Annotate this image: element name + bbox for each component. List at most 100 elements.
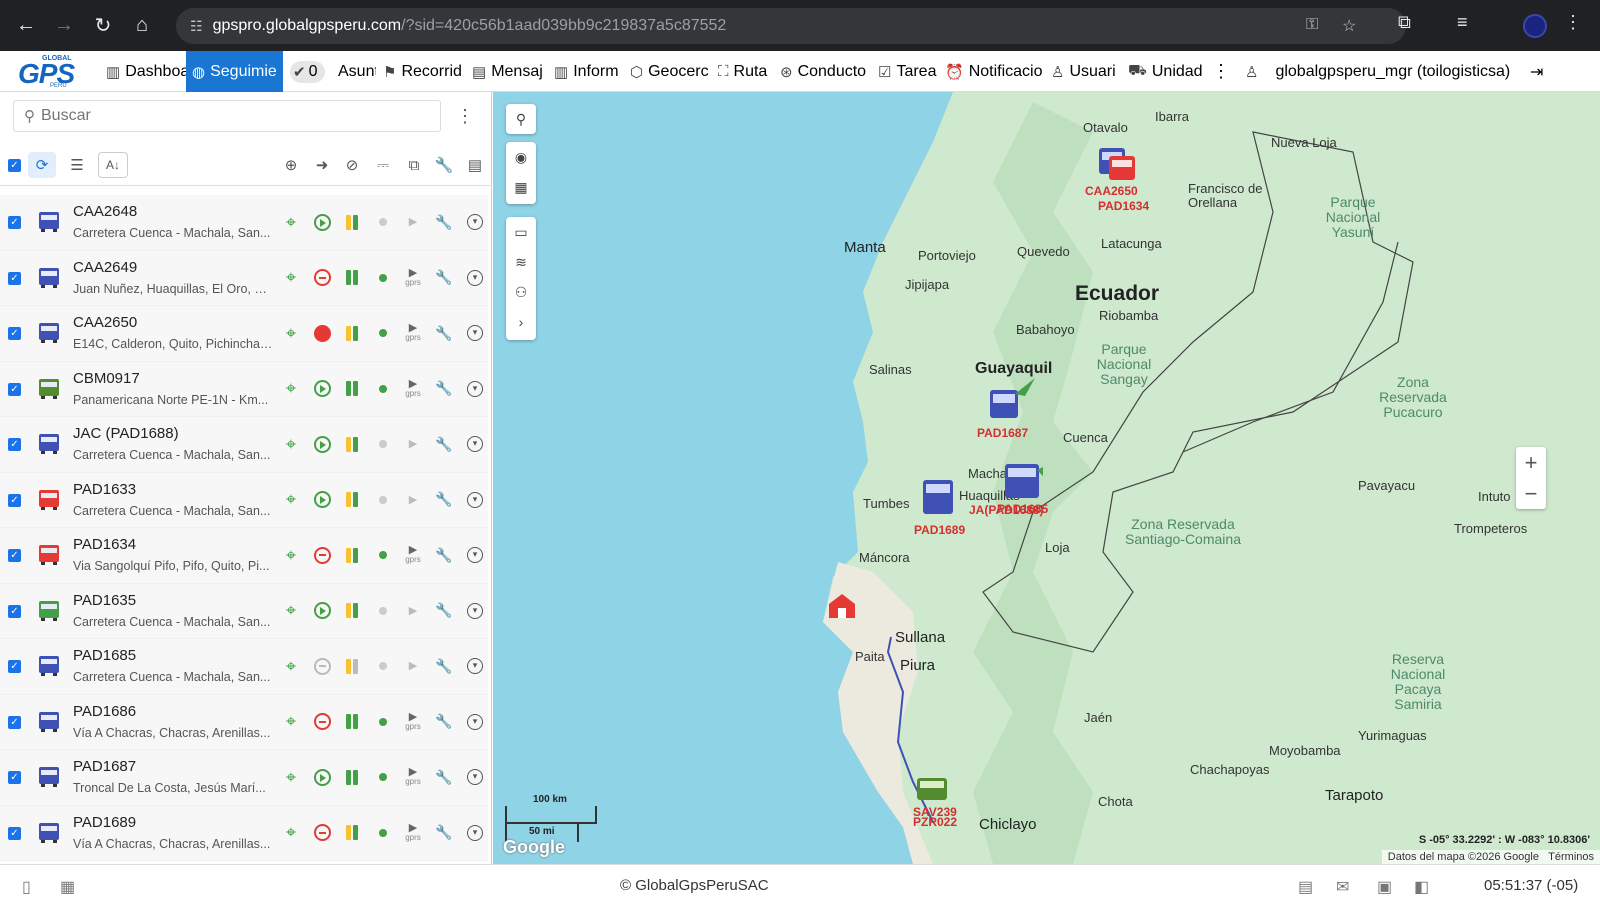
wrench-icon[interactable]: 🔧 (434, 379, 454, 399)
menu-events-badge[interactable]: ✔ 0 (290, 51, 335, 92)
menu-conductores[interactable]: ⊛ Conducto (780, 51, 872, 92)
unit-name[interactable]: PAD1633 (73, 481, 136, 498)
menu-asuntos[interactable]: Asunt (338, 51, 376, 92)
unit-row[interactable]: ✓ CAA2648 Carretera Cuenca - Machala, San.… (0, 195, 488, 251)
wrench-icon[interactable]: 🔧 (434, 545, 454, 565)
star-icon[interactable]: ☆ (1342, 16, 1356, 36)
unit-checkbox[interactable]: ✓ (8, 549, 21, 562)
play-icon[interactable]: ▶ gprs (403, 711, 423, 732)
vehicle-marker[interactable] (1097, 144, 1137, 184)
unit-name[interactable]: PAD1685 (73, 647, 136, 664)
unit-name[interactable]: PAD1687 (73, 758, 136, 775)
grid-icon[interactable]: ▦ (60, 877, 75, 897)
unit-row[interactable]: ✓ JAC (PAD1688) Carretera Cuenca - Machala… (0, 417, 488, 473)
locate-icon[interactable]: ⌖ (281, 489, 301, 510)
locate-icon[interactable]: ⌖ (281, 323, 301, 343)
wrench-icon[interactable]: 🔧 (434, 712, 454, 732)
locate-all-icon[interactable]: ⊕ (277, 152, 305, 178)
unit-checkbox[interactable]: ✓ (8, 216, 21, 229)
menu-ruta[interactable]: ⛶ Ruta (718, 51, 774, 92)
unit-name[interactable]: CBM0917 (73, 370, 140, 387)
browser-menu-icon[interactable]: ⋮ (1564, 12, 1582, 33)
play-icon[interactable]: ▶ (403, 656, 423, 676)
locate-icon[interactable]: ⌖ (281, 545, 301, 565)
ruler-icon[interactable]: ▭ (506, 217, 536, 247)
unit-row[interactable]: ✓ PAD1633 Carretera Cuenca - Machala, San.… (0, 472, 488, 528)
sort-icon[interactable]: A↓ (98, 152, 128, 178)
chevron-down-icon[interactable]: ▾ (465, 323, 485, 343)
command-icon[interactable]: ⧉ (400, 152, 428, 178)
unit-checkbox[interactable]: ✓ (8, 715, 21, 729)
unit-row[interactable]: ✓ CBM0917 Panamericana Norte PE-1N - Km...… (0, 361, 488, 417)
zoom-out-button[interactable]: − (1516, 478, 1546, 509)
wrench-icon[interactable]: 🔧 (434, 434, 454, 454)
play-icon[interactable]: ▶ gprs (403, 767, 423, 787)
wrench-icon[interactable]: 🔧 (434, 490, 454, 510)
play-icon[interactable]: ▶ (403, 212, 423, 232)
signal-icon[interactable]: ⊘ (338, 152, 366, 178)
unit-checkbox[interactable]: ✓ (8, 826, 21, 840)
chevron-down-icon[interactable]: ▾ (465, 712, 485, 732)
play-icon[interactable]: ▶ gprs (403, 378, 423, 399)
unit-checkbox[interactable]: ✓ (8, 382, 21, 396)
map-search-button[interactable]: ⚲ (506, 104, 536, 134)
menu-geocercas[interactable]: ⬡ Geocerc (630, 51, 712, 92)
tree-view-icon[interactable]: ☰ (63, 152, 91, 178)
menu-tareas[interactable]: ☑ Tarea (878, 51, 938, 92)
menu-recorrido[interactable]: ⚑ Recorrid (383, 51, 465, 92)
clipboard-icon[interactable]: ▤ (461, 152, 489, 178)
unit-row[interactable]: ✓ CAA2650 E14C, Calderon, Quito, Pichincha… (0, 306, 488, 362)
follow-all-icon[interactable]: ➜ (308, 152, 336, 178)
unit-name[interactable]: CAA2648 (73, 203, 137, 220)
play-icon[interactable]: ▶ gprs (403, 323, 423, 343)
panel-menu-icon[interactable]: ⋮ (456, 106, 474, 127)
play-icon[interactable]: ▶ (403, 601, 423, 621)
locate-icon[interactable]: ⌖ (281, 267, 301, 288)
menu-usuarios[interactable]: ♙ Usuari (1051, 51, 1121, 92)
wrench-icon[interactable]: 🔧 (434, 268, 454, 288)
chevron-down-icon[interactable]: ▾ (465, 545, 485, 565)
unit-name[interactable]: JAC (PAD1688) (73, 425, 179, 442)
locate-icon[interactable]: ⌖ (281, 212, 301, 232)
unit-checkbox[interactable]: ✓ (8, 271, 21, 285)
back-icon[interactable]: ← (6, 5, 46, 45)
unit-name[interactable]: CAA2650 (73, 314, 137, 331)
profile-avatar[interactable] (1523, 14, 1547, 38)
map-icon[interactable]: ▦ (506, 172, 536, 202)
chevron-down-icon[interactable]: ▾ (465, 656, 485, 676)
sidebar-toggle-icon[interactable]: ▯ (22, 877, 31, 897)
reload-icon[interactable]: ↻ (83, 5, 123, 45)
route-icon[interactable]: ≋ (506, 247, 536, 277)
wrench-icon[interactable]: 🔧 (434, 656, 454, 676)
locate-icon[interactable]: ⌖ (281, 822, 301, 843)
wrench-icon[interactable]: 🔧 (434, 823, 454, 843)
menu-informes[interactable]: ▥ Inform (554, 51, 624, 92)
unit-name[interactable]: PAD1634 (73, 536, 136, 553)
vehicle-marker[interactable] (915, 772, 951, 808)
chevron-down-icon[interactable]: ▾ (465, 434, 485, 454)
menu-mensajes[interactable]: ▤ Mensaj (472, 51, 546, 92)
play-icon[interactable]: ▶ (403, 434, 423, 454)
locate-icon[interactable]: ⌖ (281, 600, 301, 621)
unit-row[interactable]: ✓ PAD1689 Vía A Chacras, Chacras, Arenilla… (0, 805, 488, 861)
search-box[interactable]: ⚲ (13, 100, 441, 132)
play-icon[interactable]: ▶ gprs (403, 545, 423, 565)
refresh-icon[interactable]: ⟳ (28, 152, 56, 178)
locate-icon[interactable]: ⌖ (281, 378, 301, 399)
address-bar[interactable]: ☷ gpspro.globalgpsperu.com/?sid=420c56b1… (176, 8, 1406, 44)
unit-row[interactable]: ✓ PAD1685 Carretera Cuenca - Machala, San.… (0, 639, 488, 695)
list-icon[interactable]: ▤ (1298, 877, 1313, 897)
vehicle-marker[interactable] (921, 478, 955, 518)
eye-icon[interactable]: ◉ (506, 142, 536, 172)
locate-icon[interactable]: ⌖ (281, 767, 301, 787)
chevron-down-icon[interactable]: ▾ (465, 490, 485, 510)
site-info-icon[interactable]: ☷ (190, 18, 203, 35)
forward-icon[interactable]: → (44, 5, 84, 45)
extensions-icon[interactable]: ⧉ (1398, 12, 1411, 33)
chevron-down-icon[interactable]: ▾ (465, 379, 485, 399)
chevron-down-icon[interactable]: ▾ (465, 601, 485, 621)
zoom-in-button[interactable]: + (1516, 447, 1546, 478)
wrench-icon[interactable]: 🔧 (434, 601, 454, 621)
unit-name[interactable]: PAD1635 (73, 592, 136, 609)
mail-icon[interactable]: ✉ (1336, 877, 1349, 897)
